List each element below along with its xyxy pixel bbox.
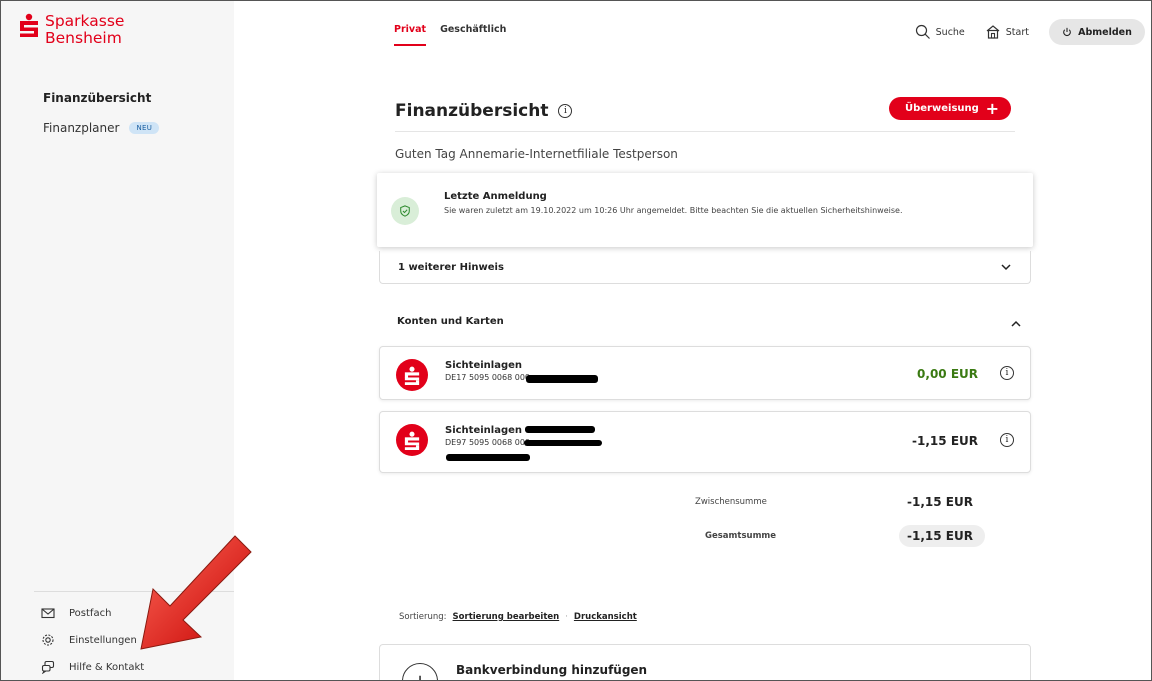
page-title-text: Finanzübersicht <box>395 101 549 121</box>
sidebar-item-finanzplaner[interactable]: Finanzplaner NEU <box>43 121 160 135</box>
segment-tabs: Privat Geschäftlich <box>394 24 506 46</box>
account-row[interactable]: Sichteinlagen DE17 5095 0068 000 0,00 EU… <box>379 346 1031 400</box>
chat-icon <box>41 660 55 674</box>
shield-check-icon <box>391 197 419 225</box>
chevron-up-icon <box>1011 320 1021 327</box>
annotation-arrow-icon <box>140 535 252 650</box>
transfer-button-label: Überweisung <box>905 103 979 114</box>
sidebar-link-label: Hilfe & Kontakt <box>69 661 145 673</box>
redaction-mark <box>446 454 530 461</box>
sort-options: Sortierung: Sortierung bearbeiten · Druc… <box>399 612 637 622</box>
add-bank-connection-card[interactable]: + Bankverbindung hinzufügen <box>379 644 1031 680</box>
subtotal-label: Zwischensumme <box>695 497 767 507</box>
account-balance: -1,15 EUR <box>912 434 978 448</box>
add-bank-title: Bankverbindung hinzufügen <box>456 663 648 677</box>
sidebar-item-finanzuebersicht[interactable]: Finanzübersicht <box>43 91 151 105</box>
brand-line1: Sparkasse <box>45 12 125 30</box>
total-value: -1,15 EUR <box>907 529 973 543</box>
greeting-text: Guten Tag Annemarie-Internetfiliale Test… <box>395 147 678 161</box>
info-icon[interactable]: i <box>1000 366 1014 380</box>
page-title: Finanzübersicht i <box>395 101 573 121</box>
sort-edit-link[interactable]: Sortierung bearbeiten <box>453 612 560 622</box>
last-login-notice: Letzte Anmeldung Sie waren zuletzt am 19… <box>377 173 1033 247</box>
search-icon <box>915 24 930 39</box>
account-row[interactable]: Sichteinlagen - DE97 5095 0068 000 -1,15… <box>379 411 1031 473</box>
total-label: Gesamtsumme <box>705 531 777 541</box>
start-button[interactable]: Start <box>985 24 1029 40</box>
add-icon: + <box>402 663 438 680</box>
logout-label: Abmelden <box>1078 26 1132 38</box>
separator-dot: · <box>565 612 568 622</box>
redaction-mark <box>526 375 598 383</box>
sidebar-link-label: Postfach <box>69 607 112 619</box>
sidebar-link-label: Einstellungen <box>69 634 137 646</box>
sparkasse-logo-icon <box>20 13 38 37</box>
sidebar-item-label: Finanzplaner <box>43 121 120 135</box>
search-button[interactable]: Suche <box>915 24 965 40</box>
search-label: Suche <box>935 26 965 38</box>
plus-icon: + <box>985 98 999 118</box>
app-window: Sparkasse Bensheim Finanzübersicht Finan… <box>0 0 1152 681</box>
logout-button[interactable]: Abmelden <box>1049 19 1145 45</box>
section-title: Konten und Karten <box>397 316 504 327</box>
sidebar-link-postfach[interactable]: Postfach <box>41 606 111 620</box>
account-iban: DE97 5095 0068 000 <box>445 438 531 447</box>
sidebar-link-einstellungen[interactable]: Einstellungen <box>41 633 137 647</box>
power-icon <box>1063 27 1071 37</box>
more-hints-label: 1 weiterer Hinweis <box>398 261 504 273</box>
sort-label: Sortierung: <box>399 612 447 622</box>
print-view-link[interactable]: Druckansicht <box>574 612 637 622</box>
sparkasse-logo-icon <box>396 424 428 456</box>
sidebar-link-hilfe[interactable]: Hilfe & Kontakt <box>41 660 144 674</box>
subtotal-value: -1,15 EUR <box>907 495 973 509</box>
sparkasse-logo-icon <box>396 359 428 391</box>
start-label: Start <box>1005 26 1029 38</box>
brand-logo[interactable]: Sparkasse Bensheim <box>19 13 124 47</box>
tab-geschaeftlich[interactable]: Geschäftlich <box>440 24 506 46</box>
account-balance: 0,00 EUR <box>917 367 978 381</box>
new-badge: NEU <box>129 122 160 134</box>
tab-privat[interactable]: Privat <box>394 24 427 46</box>
notice-text: Sie waren zuletzt am 19.10.2022 um 10:26… <box>444 206 903 215</box>
redaction-mark <box>524 440 602 446</box>
mail-icon <box>41 608 55 619</box>
accounts-section-header[interactable]: Konten und Karten <box>397 316 1022 330</box>
more-hints-toggle[interactable]: 1 weiterer Hinweis <box>379 251 1031 284</box>
brand-line2: Bensheim <box>45 29 122 47</box>
account-iban: DE17 5095 0068 000 <box>445 373 531 382</box>
account-name: Sichteinlagen <box>445 360 523 371</box>
info-icon[interactable]: i <box>558 104 573 118</box>
info-icon[interactable]: i <box>1000 433 1014 447</box>
brand-name: Sparkasse Bensheim <box>45 13 124 47</box>
redaction-mark <box>525 426 595 433</box>
chevron-down-icon <box>1001 264 1011 271</box>
gear-icon <box>42 634 54 646</box>
account-name: Sichteinlagen - <box>445 425 530 436</box>
title-divider <box>395 131 1015 132</box>
transfer-button[interactable]: Überweisung + <box>889 97 1011 120</box>
notice-title: Letzte Anmeldung <box>444 191 547 202</box>
header-actions: Suche Start Abmelden <box>915 19 1151 45</box>
home-icon <box>986 25 1000 39</box>
